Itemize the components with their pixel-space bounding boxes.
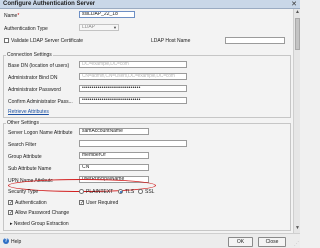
connection-settings-title: Connection Settings bbox=[6, 52, 53, 58]
ldap-host-label: LDAP Host Name bbox=[151, 38, 191, 44]
chevron-down-icon: ▼ bbox=[113, 25, 117, 30]
base-dn-input[interactable]: DC=example,DC=com bbox=[79, 61, 187, 68]
resize-grip-icon[interactable]: ⋰ bbox=[294, 241, 299, 247]
security-ssl-radio[interactable] bbox=[138, 189, 143, 194]
dialog-body: Name* sslLDAP_22_18 Authentication Type … bbox=[0, 9, 293, 233]
security-ssl-label: SSL bbox=[145, 189, 155, 195]
window-title: Configure Authentication Server bbox=[3, 1, 96, 7]
admin-password-input[interactable]: •••••••••••••••••••••••••••••• bbox=[79, 85, 187, 92]
user-required-checkbox[interactable]: ✓ bbox=[79, 200, 84, 206]
group-attribute-input[interactable]: memberOf bbox=[79, 152, 149, 159]
sub-attribute-input[interactable]: CN bbox=[79, 164, 149, 171]
scroll-down-icon[interactable]: ▼ bbox=[295, 226, 300, 231]
logon-attribute-input[interactable]: samAccountName bbox=[79, 128, 149, 135]
admin-bind-dn-label: Administrator Bind DN bbox=[8, 75, 58, 81]
allow-password-change-label: Allow Password Change bbox=[15, 210, 70, 216]
admin-bind-dn-input[interactable]: CN=admin,CN=Users,DC=example,DC=com bbox=[79, 73, 187, 80]
validate-cert-label: Validate LDAP Server Certificate bbox=[11, 38, 84, 44]
name-input[interactable]: sslLDAP_22_18 bbox=[79, 11, 135, 18]
scroll-thumb[interactable] bbox=[295, 18, 300, 50]
admin-password-label: Administrator Password bbox=[8, 87, 61, 93]
validate-cert-checkbox[interactable] bbox=[4, 38, 9, 43]
logon-attribute-label: Server Logon Name Attribute bbox=[8, 130, 73, 136]
vertical-scrollbar[interactable]: ▲ ▼ bbox=[293, 9, 300, 233]
group-attribute-label: Group Attribute bbox=[8, 154, 42, 160]
search-filter-input[interactable] bbox=[79, 140, 187, 147]
help-label[interactable]: Help bbox=[11, 239, 21, 245]
window-titlebar: Configure Authentication Server ✕ bbox=[0, 0, 300, 9]
security-tls-radio[interactable] bbox=[118, 189, 123, 194]
security-plaintext-radio[interactable] bbox=[79, 189, 84, 194]
name-label: Name* bbox=[4, 13, 20, 19]
close-icon[interactable]: ✕ bbox=[291, 0, 297, 8]
nested-group-expander[interactable]: ▸ Nested Group Extraction bbox=[10, 221, 69, 227]
authentication-checkbox[interactable]: ✓ bbox=[8, 200, 13, 206]
scroll-up-icon[interactable]: ▲ bbox=[295, 10, 300, 15]
retrieve-attributes-link[interactable]: Retrieve Attributes bbox=[8, 109, 49, 115]
confirm-password-input[interactable]: •••••••••••••••••••••••••••••• bbox=[79, 97, 187, 104]
ldap-host-input[interactable] bbox=[225, 37, 285, 44]
allow-password-change-checkbox[interactable]: ✓ bbox=[8, 210, 13, 216]
security-type-label: Security Type bbox=[8, 189, 39, 195]
close-button[interactable]: Close bbox=[258, 237, 286, 247]
auth-type-select[interactable]: LDAP ▼ bbox=[79, 24, 119, 31]
sub-attribute-label: Sub Attribute Name bbox=[8, 166, 52, 172]
user-required-label: User Required bbox=[86, 200, 119, 206]
authentication-label: Authentication bbox=[15, 200, 47, 206]
dialog-footer: ? Help OK Close ⋰ bbox=[0, 233, 300, 248]
security-plaintext-label: PLAINTEXT bbox=[86, 189, 114, 195]
other-settings-title: Other Settings bbox=[6, 120, 40, 126]
confirm-password-label: Confirm Administrator Pass... bbox=[8, 99, 73, 105]
help-icon[interactable]: ? bbox=[3, 238, 9, 244]
ok-button[interactable]: OK bbox=[228, 237, 253, 247]
search-filter-label: Search Filter bbox=[8, 142, 37, 148]
auth-type-label: Authentication Type bbox=[4, 26, 48, 32]
base-dn-label: Base DN (location of users) bbox=[8, 63, 70, 69]
security-tls-label: TLS bbox=[125, 189, 135, 195]
